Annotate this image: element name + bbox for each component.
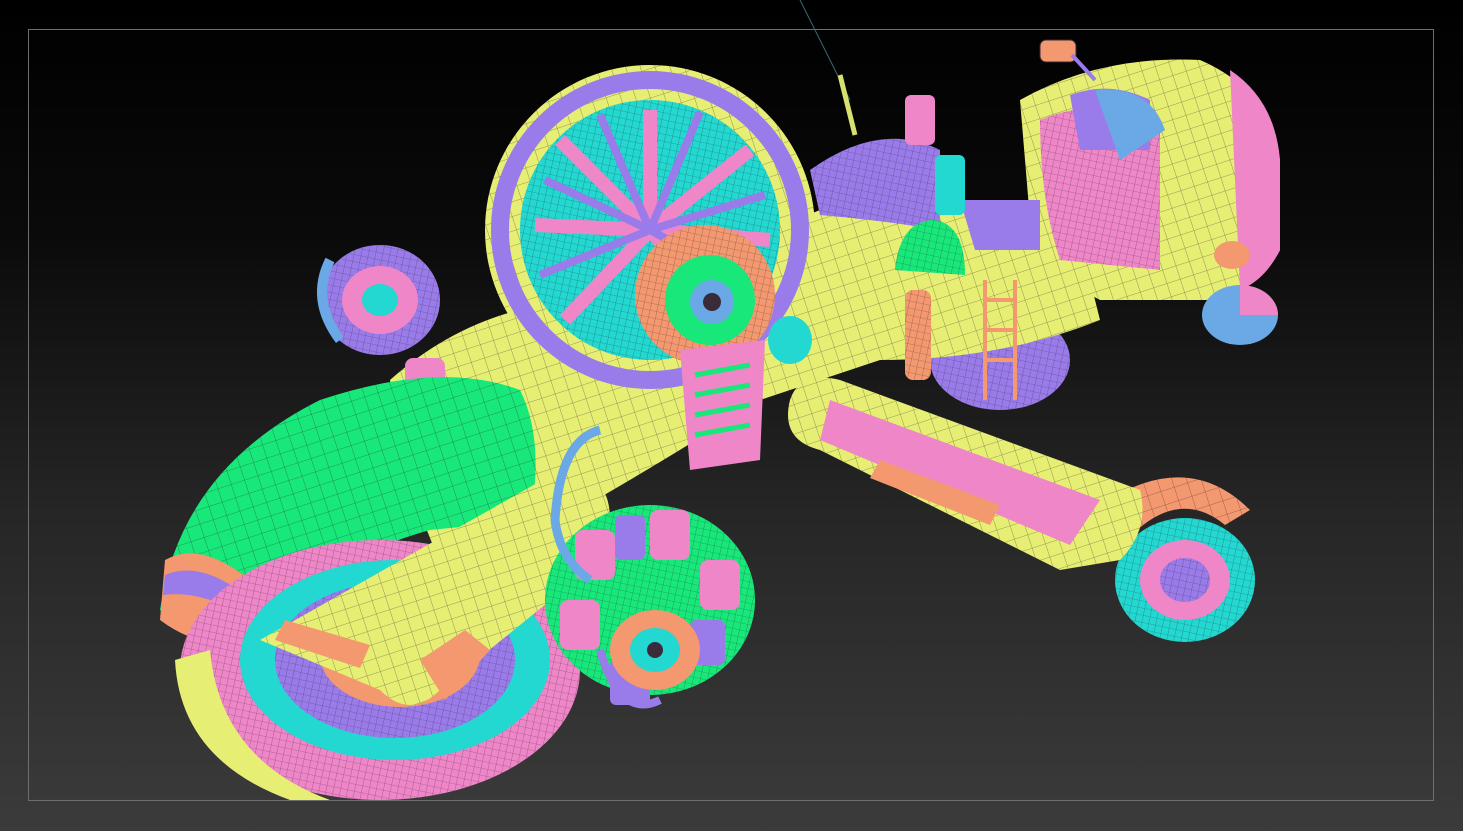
- side-grille: [680, 340, 765, 470]
- rear-engine-left: [317, 245, 440, 355]
- antenna-rod: [837, 74, 858, 136]
- side-mirror: [1039, 39, 1077, 63]
- zbrush-viewport[interactable]: [0, 0, 1463, 831]
- model-render[interactable]: [0, 0, 1463, 831]
- rear-swing-arm: [788, 377, 1143, 570]
- side-gauge: [768, 316, 812, 364]
- turbine-sphere: [485, 65, 815, 395]
